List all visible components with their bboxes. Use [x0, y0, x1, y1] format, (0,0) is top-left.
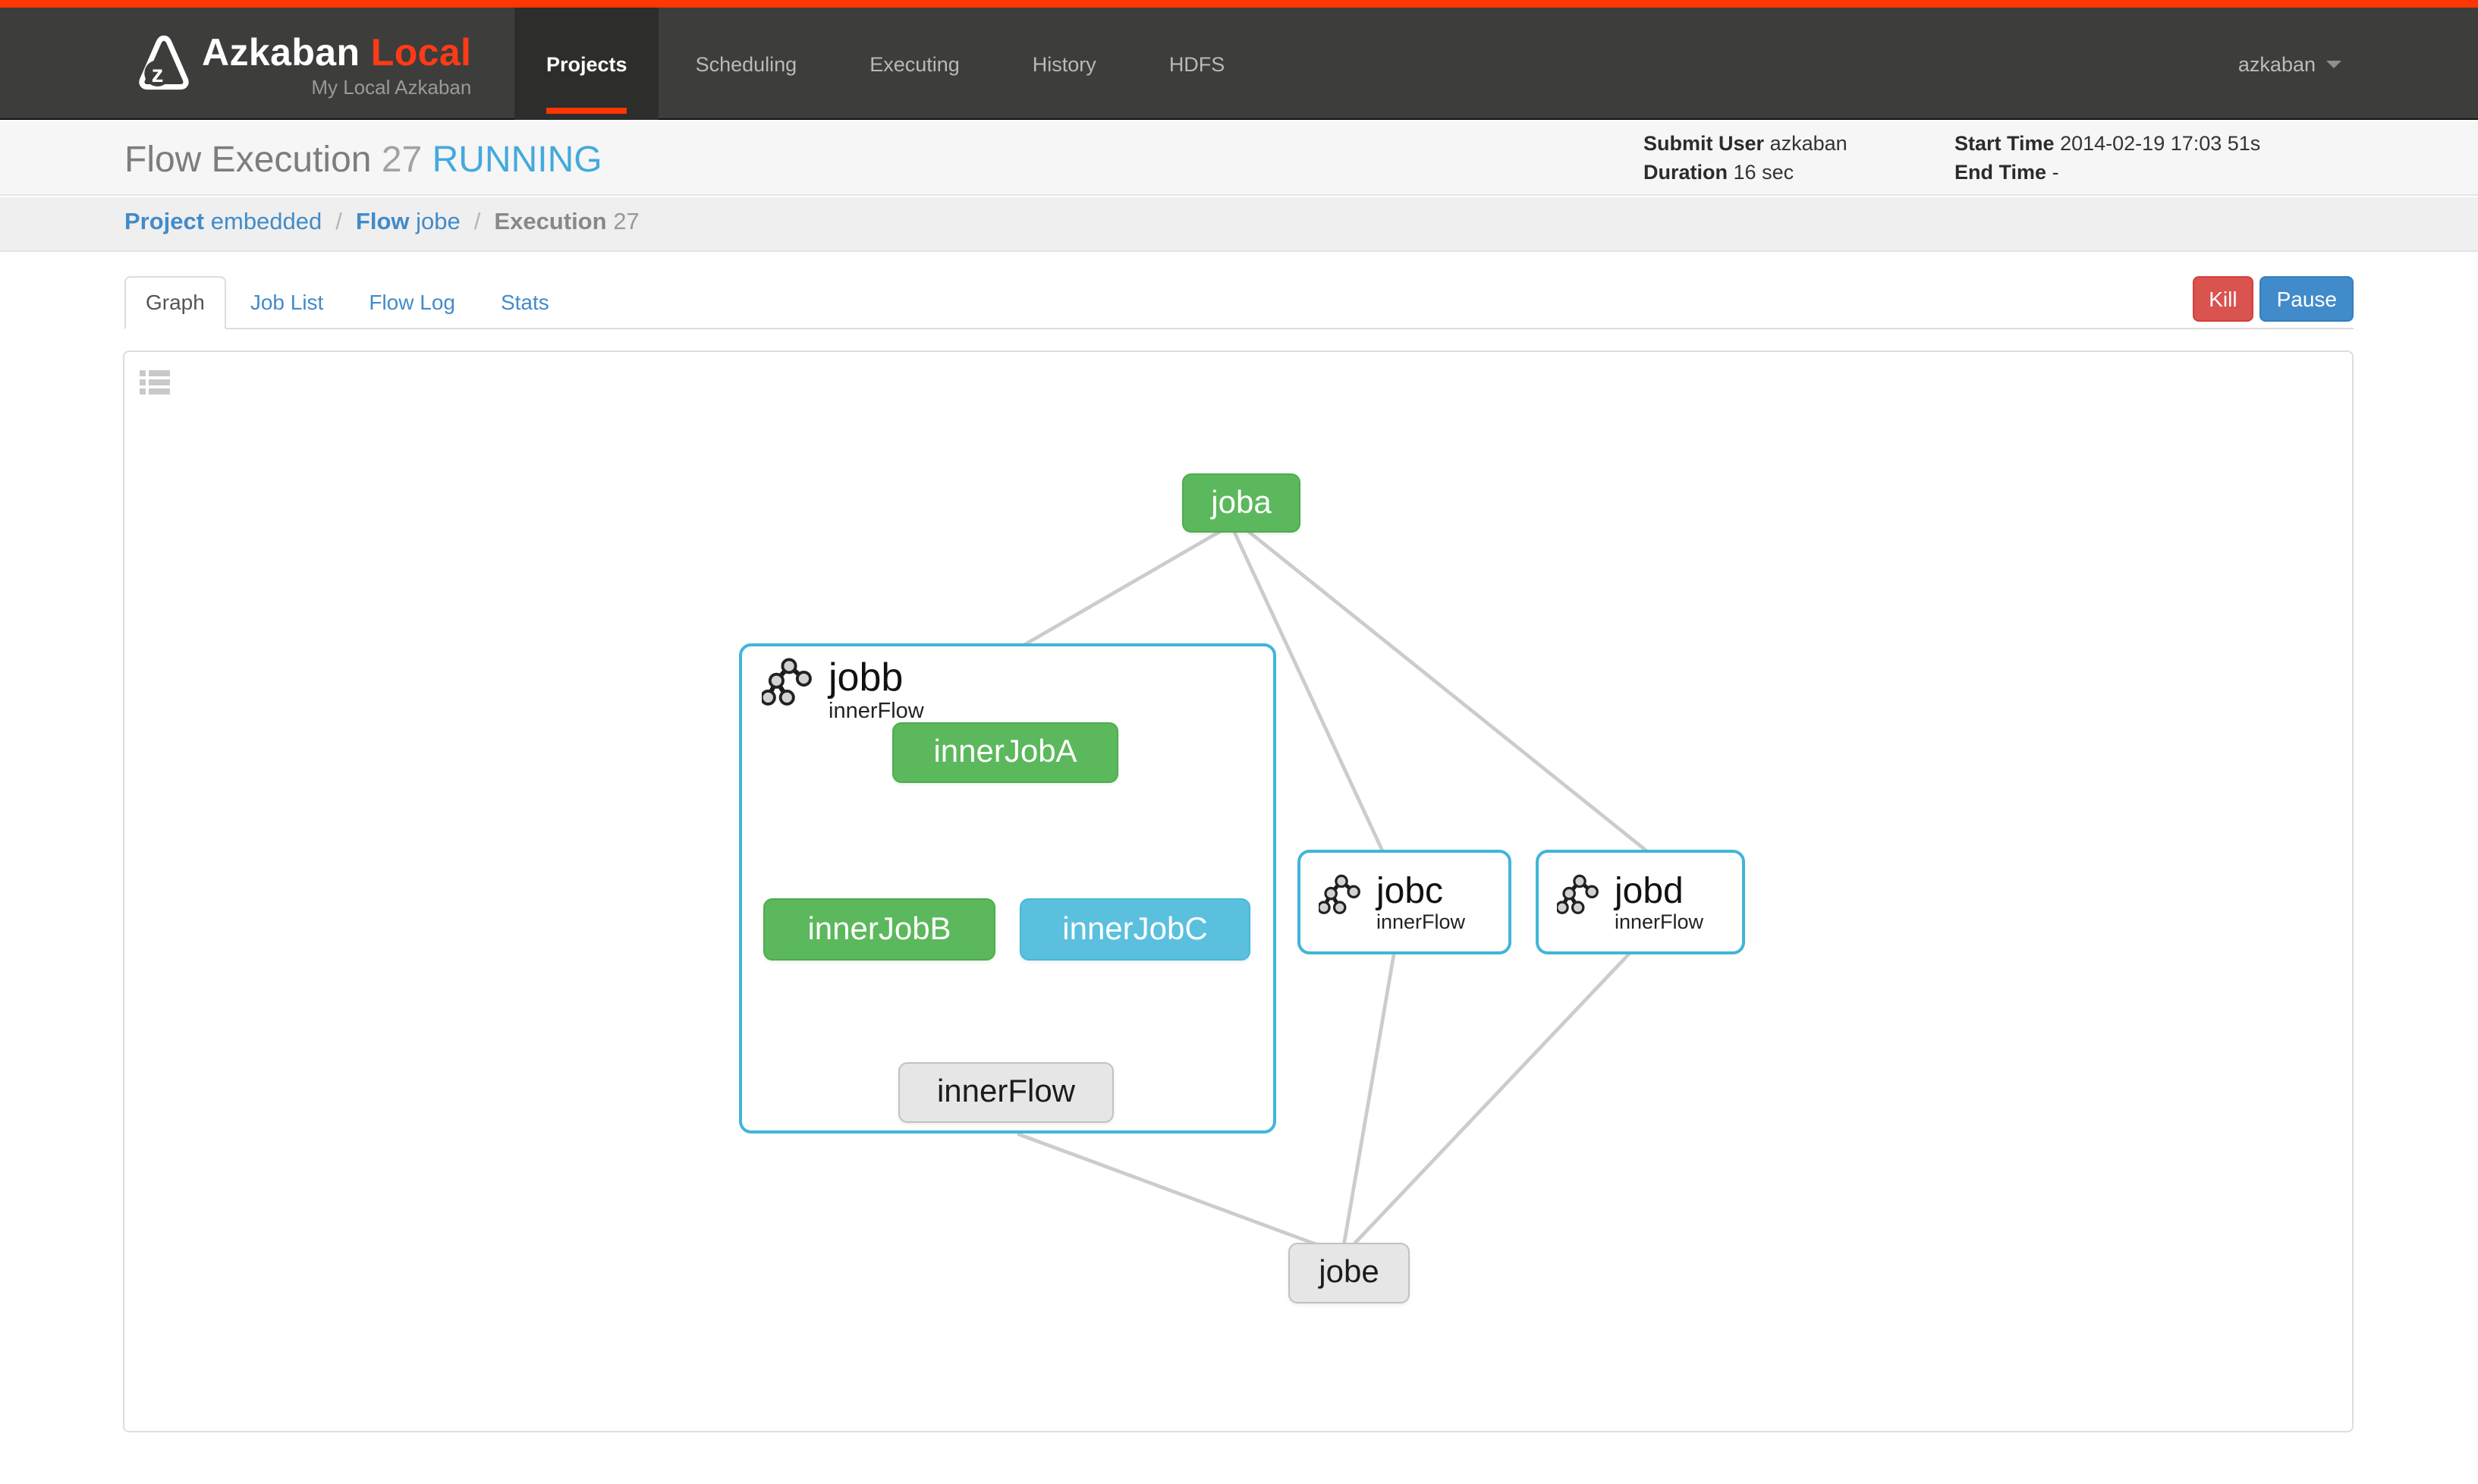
jobb-flow-subtitle: innerFlow [829, 700, 924, 725]
workflow-icon [762, 657, 816, 709]
page: z Azkaban Local My Local Azkaban Project… [0, 0, 2478, 1484]
tab-graph[interactable]: Graph [124, 276, 226, 329]
active-tab-underline [546, 108, 627, 114]
breadcrumb-separator: / [461, 209, 495, 235]
status-badge: RUNNING [432, 140, 602, 181]
duration-row: Duration 16 sec [1643, 159, 1847, 187]
user-name: azkaban [2238, 52, 2316, 75]
pause-button[interactable]: Pause [2260, 276, 2354, 322]
jobc-flow-title: jobc [1376, 872, 1465, 910]
end-time-row: End Time - [1954, 159, 2260, 187]
graph-node-jobe[interactable]: jobe [1288, 1243, 1410, 1303]
svg-text:z: z [152, 60, 164, 87]
brand-tagline: My Local Azkaban [202, 76, 471, 99]
breadcrumb-flow-link[interactable]: Flow jobe [356, 209, 461, 235]
workflow-icon [1319, 872, 1364, 918]
nav-item-history[interactable]: History [996, 8, 1133, 120]
graph-node-innerJobB[interactable]: innerJobB [763, 898, 995, 961]
brand-accent-bar [0, 0, 2478, 8]
jobc-flow-subtitle: innerFlow [1376, 910, 1465, 933]
graph-node-innerJobA[interactable]: innerJobA [892, 722, 1118, 783]
breadcrumb-project-link[interactable]: Project embedded [124, 209, 322, 235]
jobd-flow-subtitle: innerFlow [1615, 910, 1703, 933]
navbar: z Azkaban Local My Local Azkaban Project… [0, 8, 2478, 120]
brand-accent-label: Local [371, 32, 472, 74]
nav-item-hdfs[interactable]: HDFS [1133, 8, 1262, 120]
graph-flow-jobd[interactable]: jobd innerFlow [1536, 850, 1745, 954]
submit-user-row: Submit User azkaban [1643, 130, 1847, 159]
nav-item-scheduling[interactable]: Scheduling [659, 8, 834, 120]
tab-job-list[interactable]: Job List [229, 276, 345, 329]
start-time-row: Start Time 2014-02-19 17:03 51s [1954, 130, 2260, 159]
nav-item-executing[interactable]: Executing [833, 8, 996, 120]
jobb-flow-title: jobb [829, 657, 924, 699]
graph-flow-jobb-container[interactable]: jobb innerFlow [739, 643, 1276, 1133]
flow-header-band: Flow Execution 27 RUNNING Submit User az… [0, 121, 2478, 196]
breadcrumb-separator: / [322, 209, 356, 235]
graph-node-innerJobC[interactable]: innerJobC [1020, 898, 1250, 961]
kill-button[interactable]: Kill [2192, 276, 2253, 322]
main-nav: Projects Scheduling Executing History HD… [514, 8, 1261, 120]
breadcrumb-execution-current: Execution 27 [494, 209, 639, 235]
meta-column-right: Start Time 2014-02-19 17:03 51s End Time… [1954, 130, 2260, 187]
app-brand[interactable]: z Azkaban Local My Local Azkaban [135, 8, 471, 120]
view-tabs: Graph Job List Flow Log Stats [124, 276, 574, 329]
breadcrumb: Project embedded/Flow jobe/Execution 27 [124, 209, 640, 237]
tab-flow-log[interactable]: Flow Log [347, 276, 476, 329]
brand-title: Azkaban Local [202, 35, 471, 73]
tabs-row: Graph Job List Flow Log Stats Kill Pause [124, 276, 2354, 329]
workflow-icon [1557, 872, 1602, 918]
flow-graph-panel: joba jobb innerFlow [123, 351, 2354, 1432]
jobd-flow-title: jobd [1615, 872, 1703, 910]
nav-item-projects[interactable]: Projects [514, 8, 659, 120]
azkaban-logo-icon: z [135, 33, 193, 94]
execution-id: 27 [382, 140, 422, 181]
graph-node-innerFlow[interactable]: innerFlow [898, 1062, 1114, 1123]
flow-actions: Kill Pause [2192, 276, 2354, 322]
meta-column-left: Submit User azkaban Duration 16 sec [1643, 130, 1847, 187]
page-title: Flow Execution 27 RUNNING [124, 138, 602, 184]
user-menu[interactable]: azkaban [2238, 8, 2341, 120]
tab-stats[interactable]: Stats [480, 276, 571, 329]
breadcrumb-band: Project embedded/Flow jobe/Execution 27 [0, 197, 2478, 252]
jobb-flow-header: jobb innerFlow [762, 657, 924, 725]
caret-down-icon [2326, 60, 2341, 68]
graph-node-joba[interactable]: joba [1182, 473, 1300, 533]
graph-flow-jobc[interactable]: jobc innerFlow [1297, 850, 1511, 954]
